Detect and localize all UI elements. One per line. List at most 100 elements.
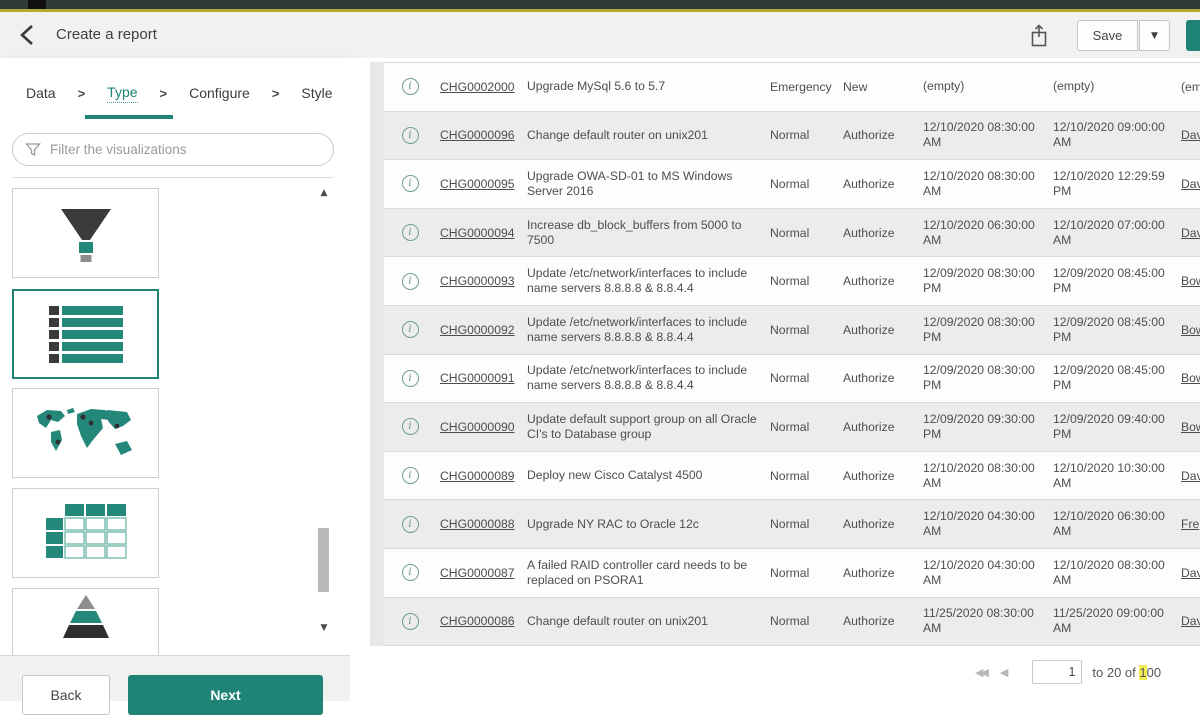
planned-start-cell: 12/09/2020 08:30:00PM xyxy=(911,363,1041,393)
pagination-range-label: to 20 of 100 xyxy=(1092,665,1161,680)
top-banner-notch xyxy=(28,0,46,9)
viz-thumbnail-list[interactable] xyxy=(12,289,159,379)
planned-end-cell: 12/09/2020 09:40:00PM xyxy=(1041,412,1171,442)
info-circle-icon[interactable]: i xyxy=(402,564,419,581)
info-circle-icon[interactable]: i xyxy=(402,273,419,290)
table-scrollbar-track[interactable] xyxy=(370,62,384,646)
row-info-cell: i xyxy=(384,127,436,144)
change-number-link[interactable]: CHG0000094 xyxy=(440,226,515,240)
assigned-to-link[interactable]: Dav xyxy=(1181,469,1200,483)
change-number-link[interactable]: CHG0000087 xyxy=(440,566,515,580)
table-row: iCHG0000095Upgrade OWA-SD-01 to MS Windo… xyxy=(384,160,1200,209)
panel-scroll-down-icon[interactable]: ▼ xyxy=(316,623,332,633)
funnel-chart-icon xyxy=(55,203,117,263)
caret-down-icon: ▼ xyxy=(1151,31,1158,41)
assigned-to-link[interactable]: Dav xyxy=(1181,226,1200,240)
assigned-to-link[interactable]: Dav xyxy=(1181,177,1200,191)
planned-start-cell: 12/09/2020 09:30:00PM xyxy=(911,412,1041,442)
visualization-filter-input[interactable]: Filter the visualizations xyxy=(12,133,334,166)
priority-cell: Normal xyxy=(766,177,839,191)
step-configure[interactable]: Configure xyxy=(189,85,250,101)
change-number-link[interactable]: CHG0000096 xyxy=(440,128,515,142)
row-info-cell: i xyxy=(384,273,436,290)
panel-scroll-up-icon[interactable]: ▲ xyxy=(316,188,332,198)
assigned-to-link[interactable]: Dav xyxy=(1181,614,1200,628)
change-number-link[interactable]: CHG0002000 xyxy=(440,80,515,94)
short-description-cell: Upgrade MySql 5.6 to 5.7 xyxy=(523,79,766,94)
assigned-to-cell: Bow xyxy=(1171,371,1200,385)
back-arrow-button[interactable] xyxy=(18,23,42,47)
info-circle-icon[interactable]: i xyxy=(402,321,419,338)
change-number-link[interactable]: CHG0000093 xyxy=(440,274,515,288)
viz-thumbnail-funnel[interactable] xyxy=(12,188,159,278)
row-info-cell: i xyxy=(384,564,436,581)
change-number-cell: CHG0000095 xyxy=(436,177,523,191)
step-type[interactable]: Type xyxy=(107,84,137,103)
assigned-to-cell: (empty) xyxy=(1171,80,1200,94)
assigned-to-link[interactable]: Dav xyxy=(1181,566,1200,580)
info-circle-icon[interactable]: i xyxy=(402,127,419,144)
step-style[interactable]: Style xyxy=(301,85,332,101)
info-circle-icon[interactable]: i xyxy=(402,175,419,192)
info-circle-icon[interactable]: i xyxy=(402,370,419,387)
row-info-cell: i xyxy=(384,224,436,241)
assigned-to-link[interactable]: Bow xyxy=(1181,274,1200,288)
top-banner xyxy=(0,0,1200,12)
viz-thumbnail-table[interactable] xyxy=(12,488,159,578)
change-number-cell: CHG0000093 xyxy=(436,274,523,288)
change-number-link[interactable]: CHG0000090 xyxy=(440,420,515,434)
assigned-to-link[interactable]: Bow xyxy=(1181,323,1200,337)
change-number-link[interactable]: CHG0000086 xyxy=(440,614,515,628)
priority-cell: Normal xyxy=(766,274,839,288)
table-row: iCHG0000094Increase db_block_buffers fro… xyxy=(384,209,1200,258)
info-circle-icon[interactable]: i xyxy=(402,613,419,630)
panel-scrollbar-thumb[interactable] xyxy=(318,528,329,592)
next-button[interactable]: Next xyxy=(128,675,323,715)
change-number-link[interactable]: CHG0000095 xyxy=(440,177,515,191)
planned-end-cell: 12/09/2020 08:45:00PM xyxy=(1041,363,1171,393)
visualization-list xyxy=(0,180,350,655)
edge-primary-button[interactable] xyxy=(1186,20,1200,51)
state-cell: Authorize xyxy=(839,517,911,531)
state-cell: Authorize xyxy=(839,226,911,240)
planned-end-cell: 11/25/2020 09:00:00AM xyxy=(1041,606,1171,636)
viz-thumbnail-pyramid[interactable] xyxy=(12,588,159,655)
assigned-to-link[interactable]: Fre xyxy=(1181,517,1199,531)
back-button[interactable]: Back xyxy=(22,675,110,715)
assigned-to-link[interactable]: Bow xyxy=(1181,371,1200,385)
first-page-icon[interactable]: ◀◀ xyxy=(975,666,986,679)
row-info-cell: i xyxy=(384,78,436,95)
assigned-to-link[interactable]: Dav xyxy=(1181,128,1200,142)
chevron-right-icon: > xyxy=(160,86,168,101)
save-dropdown-button[interactable]: ▼ xyxy=(1139,20,1170,51)
change-number-link[interactable]: CHG0000091 xyxy=(440,371,515,385)
assigned-to-cell: Dav xyxy=(1171,226,1200,240)
info-circle-icon[interactable]: i xyxy=(402,467,419,484)
step-data[interactable]: Data xyxy=(26,85,56,101)
assigned-to-link[interactable]: Bow xyxy=(1181,420,1200,434)
change-number-link[interactable]: CHG0000088 xyxy=(440,517,515,531)
change-number-cell: CHG0002000 xyxy=(436,80,523,94)
change-number-link[interactable]: CHG0000092 xyxy=(440,323,515,337)
state-cell: Authorize xyxy=(839,274,911,288)
table-row: iCHG0000093Update /etc/network/interface… xyxy=(384,257,1200,306)
table-row: iCHG0000086Change default router on unix… xyxy=(384,598,1200,647)
planned-end-cell: 12/10/2020 09:00:00AM xyxy=(1041,120,1171,150)
save-button[interactable]: Save xyxy=(1077,20,1138,51)
share-button[interactable] xyxy=(1028,22,1054,50)
active-step-indicator xyxy=(85,115,173,119)
info-circle-icon[interactable]: i xyxy=(402,418,419,435)
table-row: iCHG0000088Upgrade NY RAC to Oracle 12cN… xyxy=(384,500,1200,549)
state-cell: Authorize xyxy=(839,566,911,580)
viz-thumbnail-map[interactable] xyxy=(12,388,159,478)
previous-page-icon[interactable]: ◀ xyxy=(1000,666,1008,679)
table-row: iCHG0000089Deploy new Cisco Catalyst 450… xyxy=(384,452,1200,501)
info-circle-icon[interactable]: i xyxy=(402,78,419,95)
info-circle-icon[interactable]: i xyxy=(402,516,419,533)
funnel-icon xyxy=(25,142,41,158)
pivot-table-icon xyxy=(44,503,128,563)
change-number-cell: CHG0000092 xyxy=(436,323,523,337)
info-circle-icon[interactable]: i xyxy=(402,224,419,241)
page-number-input[interactable] xyxy=(1032,660,1082,684)
change-number-link[interactable]: CHG0000089 xyxy=(440,469,515,483)
